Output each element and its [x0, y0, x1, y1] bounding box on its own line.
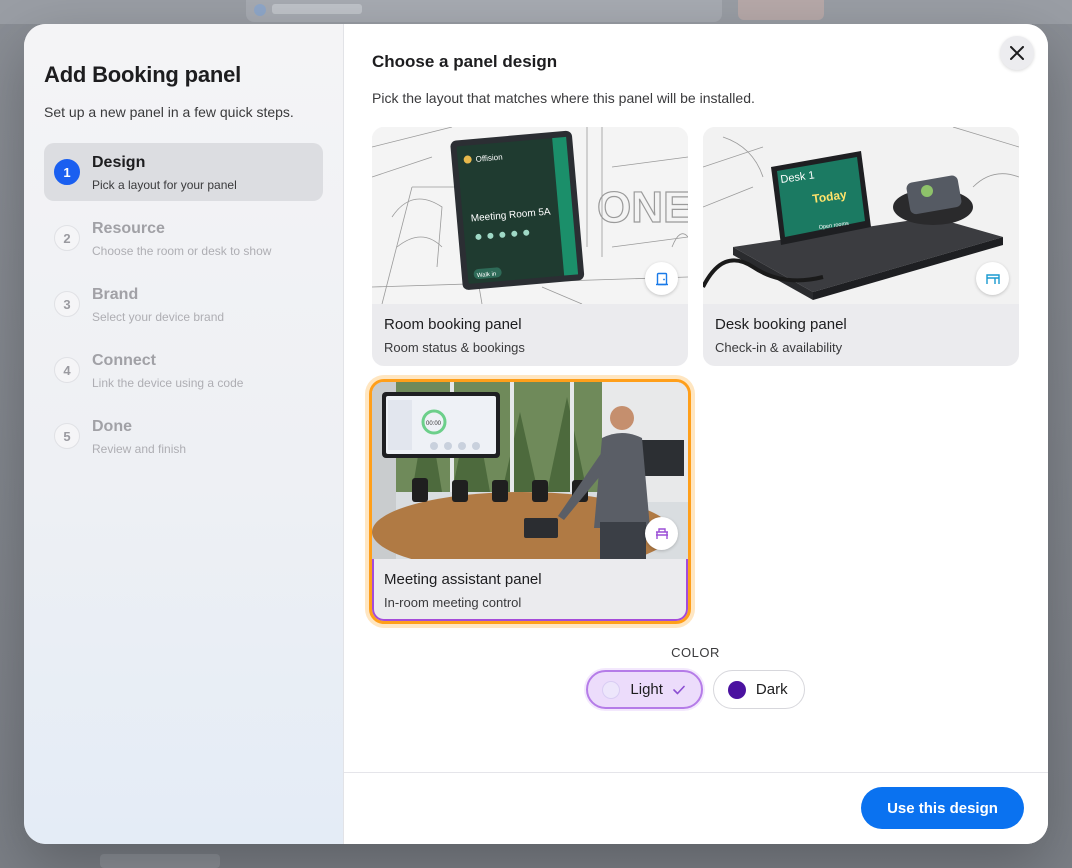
svg-text:ONES: ONES	[597, 183, 688, 232]
step-resource[interactable]: 2 Resource Choose the room or desk to sh…	[44, 209, 323, 267]
color-option-light[interactable]: Light	[586, 670, 703, 709]
color-label: COLOR	[671, 645, 720, 660]
step-description: Review and finish	[92, 442, 187, 456]
meeting-icon	[645, 517, 678, 550]
modal-subtitle: Set up a new panel in a few quick steps.	[44, 104, 294, 120]
card-title: Desk booking panel	[715, 316, 847, 333]
color-option-label: Dark	[755, 681, 788, 698]
color-option-label: Light	[630, 681, 663, 698]
card-title: Room booking panel	[384, 316, 522, 333]
card-title: Meeting assistant panel	[384, 571, 542, 588]
background-pill	[738, 0, 824, 20]
step-connect[interactable]: 4 Connect Link the device using a code	[44, 341, 323, 399]
card-room-booking-panel[interactable]: ONES Offision Meeting Room 5A	[372, 127, 688, 366]
step-number: 1	[54, 159, 80, 185]
card-meeting-assistant-panel[interactable]: 00:00 Meeting assistant panel In-room me…	[369, 379, 691, 624]
card-subtitle: In-room meeting control	[384, 595, 522, 610]
close-button[interactable]	[1000, 36, 1034, 70]
section-title: Choose a panel design	[372, 52, 558, 71]
desk-icon	[976, 262, 1009, 295]
background-search	[246, 0, 722, 22]
step-description: Choose the room or desk to show	[92, 244, 272, 258]
step-name: Resource	[92, 220, 165, 237]
panel-design-grid: ONES Offision Meeting Room 5A	[369, 127, 1020, 624]
modal-title: Add Booking panel	[44, 62, 242, 87]
checkmark-icon	[673, 682, 685, 698]
step-brand[interactable]: 3 Brand Select your device brand	[44, 275, 323, 333]
step-description: Pick a layout for your panel	[92, 178, 237, 192]
background-item	[100, 854, 220, 868]
modal-footer: Use this design	[344, 772, 1048, 844]
use-this-design-button[interactable]: Use this design	[861, 787, 1024, 829]
step-description: Select your device brand	[92, 310, 225, 324]
assistant-panel-time: 00:00	[426, 421, 442, 427]
step-design[interactable]: 1 Design Pick a layout for your panel	[44, 143, 323, 201]
desk-panel-image: Desk 1 Today Open rooms	[703, 127, 1019, 304]
wizard-sidebar: Add Booking panel Set up a new panel in …	[24, 24, 344, 844]
step-number: 3	[54, 291, 80, 317]
step-name: Done	[92, 418, 132, 435]
color-options: Light Dark	[372, 670, 1019, 709]
room-panel-image: ONES Offision Meeting Room 5A	[372, 127, 688, 304]
section-description: Pick the layout that matches where this …	[372, 90, 755, 106]
step-name: Connect	[92, 352, 156, 369]
step-number: 2	[54, 225, 80, 251]
step-number: 5	[54, 423, 80, 449]
color-section: COLOR Light Dark	[372, 645, 1019, 709]
card-subtitle: Room status & bookings	[384, 340, 525, 355]
step-name: Brand	[92, 286, 139, 303]
meeting-assistant-image: 00:00	[372, 382, 688, 559]
step-done[interactable]: 5 Done Review and finish	[44, 407, 323, 465]
main-content: Choose a panel design Pick the layout th…	[344, 24, 1048, 844]
close-icon	[1010, 46, 1024, 60]
step-description: Link the device using a code	[92, 376, 244, 390]
step-name: Design	[92, 154, 146, 171]
card-subtitle: Check-in & availability	[715, 340, 843, 355]
color-option-dark[interactable]: Dark	[712, 670, 805, 709]
card-desk-booking-panel[interactable]: Desk 1 Today Open rooms Desk booking pan…	[703, 127, 1019, 366]
door-icon	[645, 262, 678, 295]
step-number: 4	[54, 357, 80, 383]
light-swatch-icon	[602, 680, 621, 699]
add-booking-panel-modal: Add Booking panel Set up a new panel in …	[24, 24, 1048, 844]
dark-swatch-icon	[727, 680, 746, 699]
